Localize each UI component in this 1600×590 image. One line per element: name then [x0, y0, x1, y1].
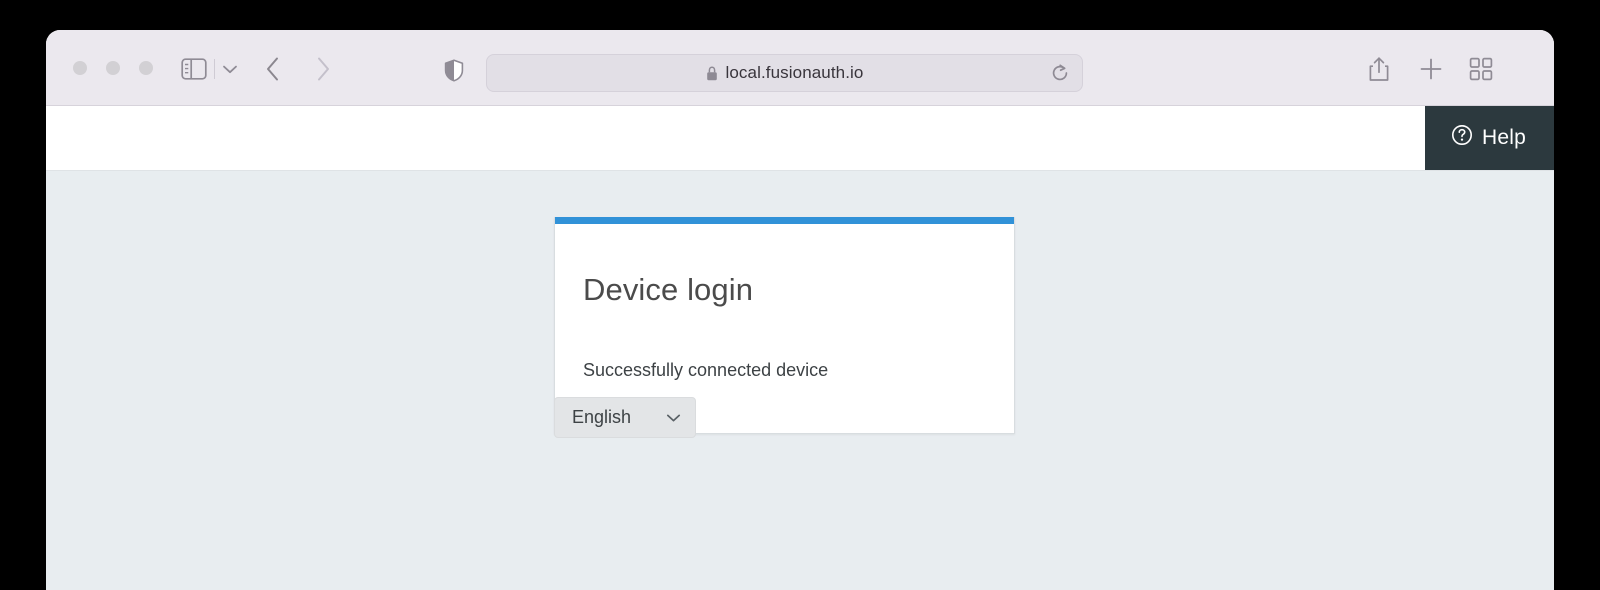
address-bar[interactable]: local.fusionauth.io	[486, 54, 1083, 92]
plus-icon[interactable]	[1418, 55, 1444, 83]
back-button[interactable]	[260, 56, 286, 82]
window-controls	[73, 61, 153, 75]
shield-icon[interactable]	[442, 58, 466, 82]
url-text: local.fusionauth.io	[725, 63, 864, 82]
forward-button[interactable]	[310, 56, 336, 82]
grid-icon[interactable]	[1468, 56, 1494, 82]
language-select[interactable]: English	[554, 397, 696, 438]
page-content: Help Device login Successfully connected…	[46, 106, 1554, 590]
browser-window: local.fusionauth.io Help Device login Su…	[46, 30, 1554, 590]
content-area: Device login Successfully connected devi…	[46, 171, 1554, 590]
sidebar-toggle-icon[interactable]	[179, 56, 209, 82]
status-message: Successfully connected device	[583, 360, 829, 380]
help-button[interactable]: Help	[1425, 106, 1554, 170]
lock-icon	[706, 65, 718, 81]
maximize-button[interactable]	[139, 61, 153, 75]
page-title: Device login	[583, 272, 754, 307]
screenshot-stage: local.fusionauth.io Help Device login Su…	[0, 0, 1600, 590]
question-circle-icon	[1451, 124, 1473, 152]
site-header: Help	[46, 106, 1554, 171]
browser-toolbar: local.fusionauth.io	[46, 30, 1554, 106]
share-icon[interactable]	[1366, 55, 1392, 83]
reload-icon[interactable]	[1050, 63, 1070, 83]
chevron-down-icon	[666, 413, 681, 423]
help-label: Help	[1482, 126, 1526, 149]
toolbar-divider	[214, 59, 215, 79]
chevron-down-icon[interactable]	[220, 59, 240, 79]
card-accent-bar	[555, 217, 1014, 224]
language-select-value: English	[572, 407, 632, 427]
close-button[interactable]	[73, 61, 87, 75]
minimize-button[interactable]	[106, 61, 120, 75]
